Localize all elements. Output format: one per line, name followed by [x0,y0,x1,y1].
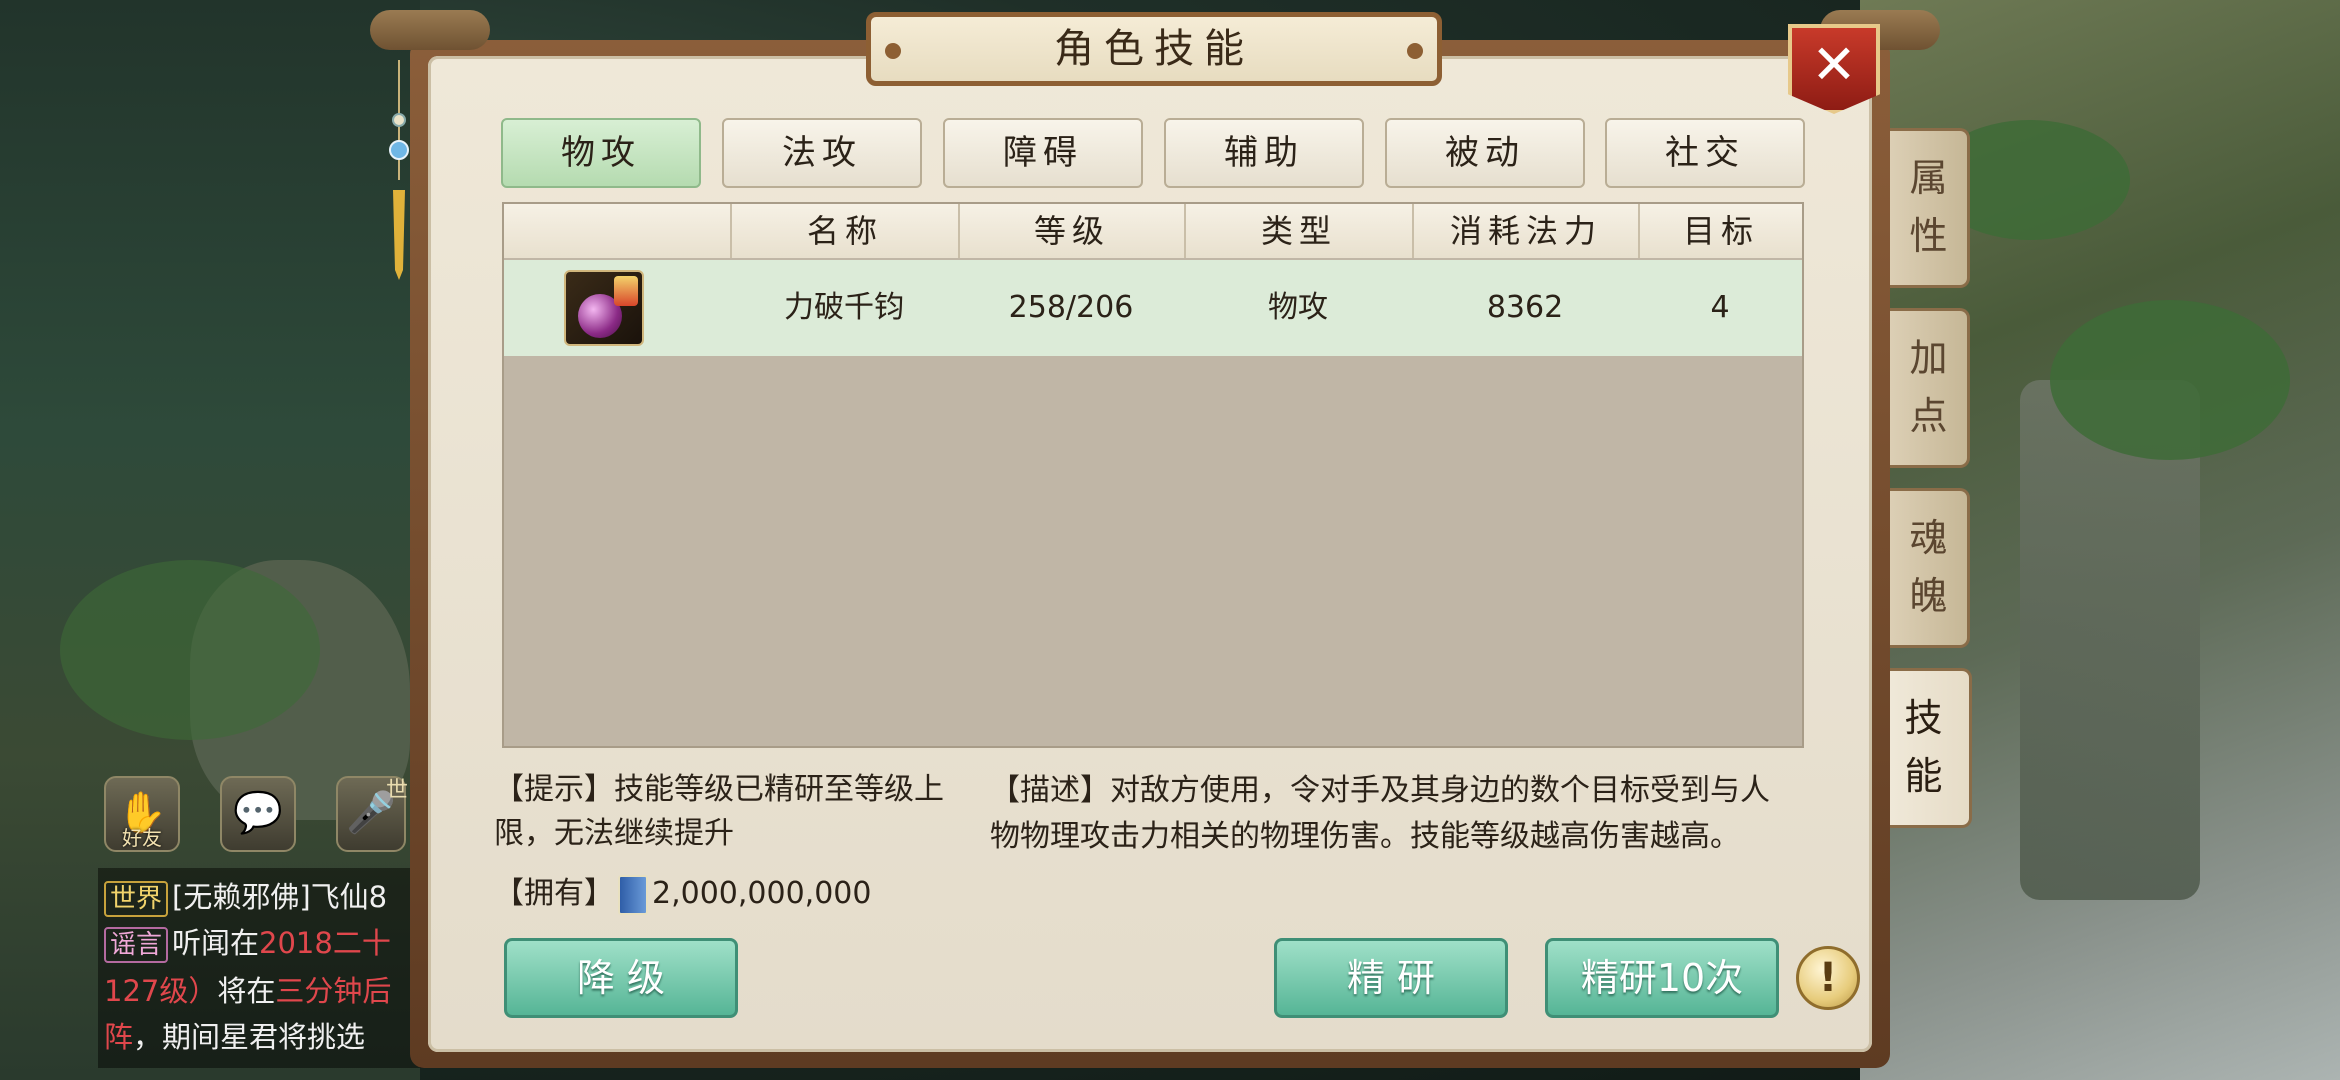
table-row[interactable]: 力破千钧 258/206 物攻 8362 4 [504,260,1802,356]
tab-social[interactable]: 社交 [1605,118,1805,188]
tip-text: 【提示】技能等级已精研至等级上限，无法继续提升 [494,772,944,851]
frame-corner-ornament [370,10,490,50]
side-tab-skills[interactable]: 技 能 [1878,668,1972,828]
owned-resource: 【拥有】 2,000,000,000 [494,872,871,916]
skill-icon-cell [504,260,730,356]
side-tab-label: 点 [1909,394,1948,438]
foliage-scenery [2050,300,2290,460]
world-channel-label: 世 [386,778,409,803]
side-tab-label: 技 [1904,696,1943,740]
window-title: 角色技能 [1054,26,1254,72]
chat-message: 谣言 听闻在2018二十 [104,920,391,963]
side-tab-label: 属 [1909,156,1948,200]
skill-description: 【描述】对敌方使用，令对手及其身边的数个目标受到与人物物理攻击力相关的物理伤害。… [990,773,1770,854]
friends-label: 好友 [122,826,162,850]
skill-name: 力破千钧 [784,290,904,325]
refine-10-times-button[interactable]: 精研10次 [1545,938,1779,1018]
side-tab-soul[interactable]: 魂 魄 [1890,488,1970,648]
skill-targets: 4 [1710,290,1730,325]
chat-text: 将在 [217,974,276,1008]
chat-highlight: 2018二十 [259,926,391,960]
side-tab-add-points[interactable]: 加 点 [1890,308,1970,468]
chat-button[interactable]: 💬 [220,776,296,852]
owned-label: 【拥有】 [494,876,614,911]
jade-pendant-icon [389,60,409,280]
side-tab-label: 魄 [1909,574,1948,618]
rumor-tag: 谣言 [104,927,169,963]
tab-physical-attack[interactable]: 物攻 [501,118,701,188]
column-header-level: 等级 [958,204,1184,258]
skills-table: 名称 等级 类型 消耗法力 目标 力破千钧 258/206 物攻 8362 4 [502,202,1804,748]
owned-amount: 2,000,000,000 [652,876,872,911]
title-ornament [885,43,901,59]
chat-highlight: 阵 [104,1020,134,1054]
refine-button[interactable]: 精 研 [1274,938,1508,1018]
world-tag: 世界 [104,881,169,917]
chat-message: 世界 [无赖邪佛]飞仙8 [104,874,387,917]
side-tab-label: 性 [1909,214,1948,258]
side-tab-label: 能 [1904,754,1943,798]
chat-text: 听闻在 [172,926,260,960]
chat-log[interactable]: 世界 [无赖邪佛]飞仙8 谣言 听闻在2018二十 127级）将在三分钟后 阵，期间… [98,868,428,1068]
column-header-target: 目标 [1638,204,1802,258]
tab-magic-attack[interactable]: 法攻 [722,118,922,188]
chat-text: [无赖邪佛]飞仙8 [172,880,388,914]
column-header-type: 类型 [1184,204,1412,258]
tab-passive[interactable]: 被动 [1385,118,1585,188]
side-tab-label: 魂 [1909,516,1948,560]
chat-text: ，期间星君将挑选 [133,1020,366,1054]
column-header-icon [504,204,730,258]
chat-highlight: 三分钟后 [275,974,392,1008]
downgrade-button[interactable]: 降 级 [504,938,738,1018]
skill-type: 物攻 [1268,290,1328,325]
column-header-name: 名称 [730,204,958,258]
side-tab-attributes[interactable]: 属 性 [1890,128,1970,288]
tab-obstruct[interactable]: 障碍 [943,118,1143,188]
title-ornament [1407,43,1423,59]
table-header: 名称 等级 类型 消耗法力 目标 [504,204,1802,258]
chat-highlight: 127级） [104,974,218,1008]
chat-message: 127级）将在三分钟后 [104,968,391,1010]
close-icon: ✕ [1811,33,1857,96]
tab-support[interactable]: 辅助 [1164,118,1364,188]
info-icon[interactable]: ! [1796,946,1860,1010]
side-tab-label: 加 [1909,336,1948,380]
window-title-plate: 角色技能 [866,12,1442,86]
column-header-mana: 消耗法力 [1412,204,1638,258]
chat-message: 阵，期间星君将挑选 [104,1014,365,1056]
skill-burst [614,276,638,306]
skill-level: 258/206 [1008,290,1134,325]
foliage-scenery [60,560,320,740]
skill-book-icon [618,874,648,915]
skill-power-strike-icon[interactable] [564,270,644,346]
chat-bubble-icon: 💬 [233,790,283,836]
skill-mana-cost: 8362 [1486,290,1564,325]
